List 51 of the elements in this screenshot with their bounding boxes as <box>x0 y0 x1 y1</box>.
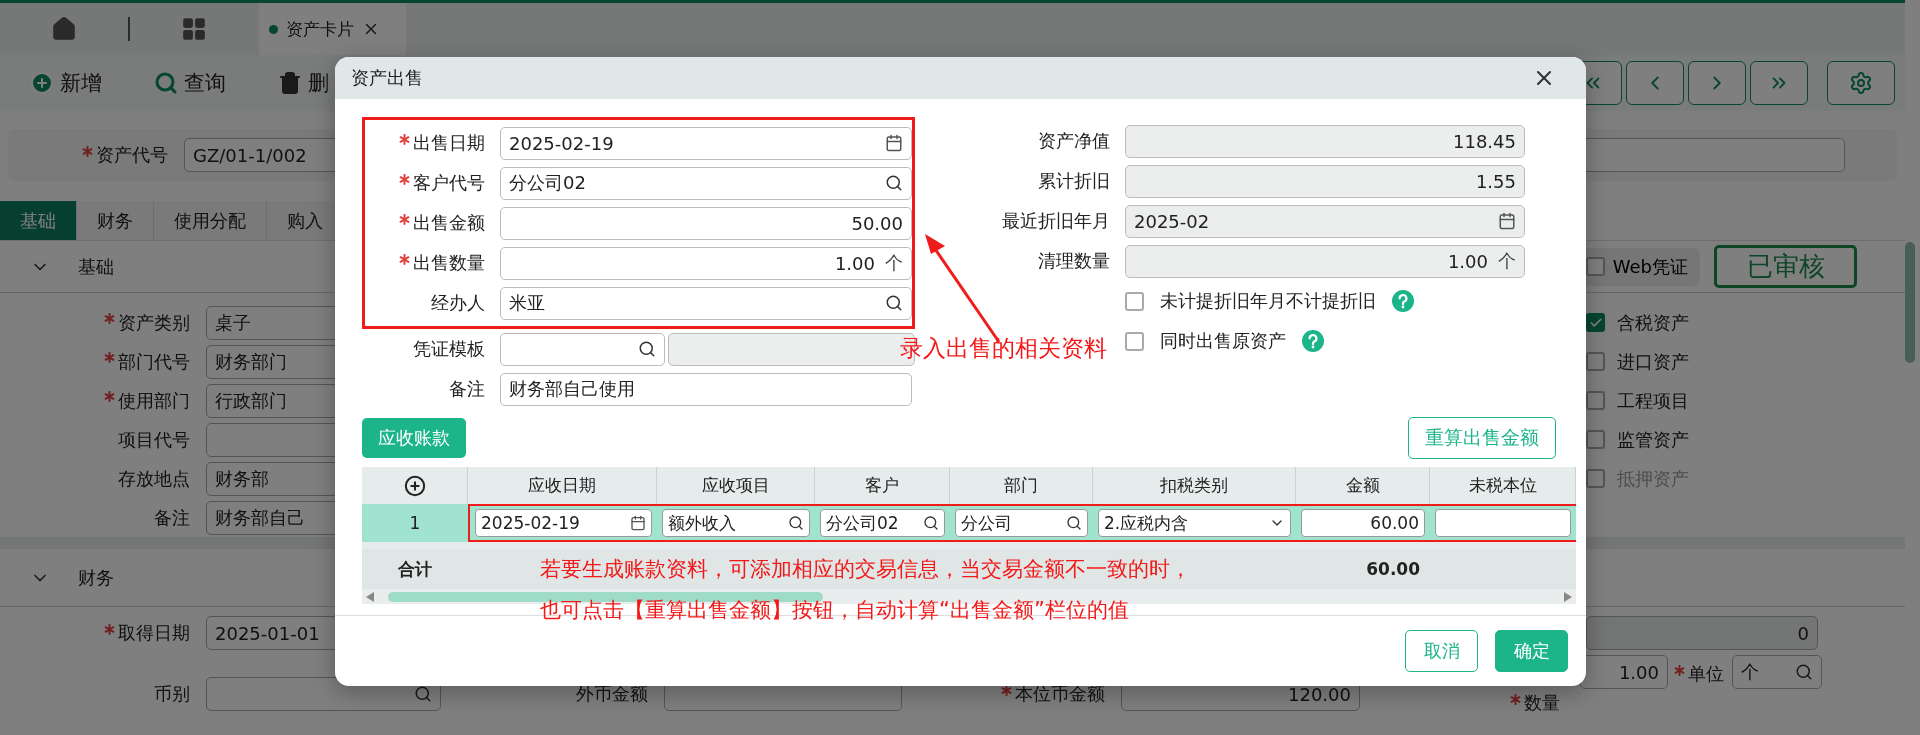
section-title: 财务 <box>78 565 114 590</box>
field-label: 存放地点 <box>118 466 190 491</box>
annotation-text: 也可点击【重算出售金额】按钮，自动计算“出售金额”栏位的值 <box>540 599 1129 622</box>
field-label: 单位 <box>1688 662 1725 686</box>
field-label: 资产净值 <box>1038 129 1110 153</box>
checkbox-label: 进口资产 <box>1617 349 1689 374</box>
checkbox-label: 未计提折旧年月不计提折旧 <box>1160 289 1376 313</box>
field-label: 出售日期 <box>413 131 485 155</box>
checkbox-label: 工程项目 <box>1617 388 1689 413</box>
checkbox-label: 含税资产 <box>1617 310 1689 335</box>
status-stamp: 已审核 <box>1714 245 1857 288</box>
field-label: 使用部门 <box>118 388 190 413</box>
row-number: 1 <box>408 512 422 535</box>
field-label: 资产代号 <box>96 143 168 167</box>
annotation-text: 若要生成账款资料，可添加相应的交易信息，当交易金额不一致的时， <box>540 558 1191 581</box>
checkbox-label: 监管资产 <box>1617 427 1689 452</box>
field-label: 出售数量 <box>413 251 485 275</box>
total-label: 合计 <box>397 557 433 581</box>
field-label: 部门代号 <box>118 349 190 374</box>
input-field: 1.55 <box>1125 164 1525 198</box>
column-header: 未税本位 <box>1430 467 1576 504</box>
field-label: 最近折旧年月 <box>1002 209 1110 233</box>
field-label: 币别 <box>154 682 190 706</box>
field-label: 项目代号 <box>118 427 190 452</box>
unit-label: 个 <box>1498 249 1516 273</box>
column-header: 应收项目 <box>657 467 815 504</box>
column-header: 部门 <box>950 467 1093 504</box>
column-header: 金额 <box>1296 467 1430 504</box>
input-field: 118.45 <box>1125 124 1525 158</box>
field-label: 累计折旧 <box>1038 169 1110 193</box>
field-label: 凭证模板 <box>413 337 485 361</box>
column-header: 客户 <box>815 467 950 504</box>
field-label: 备注 <box>449 377 485 401</box>
field-label: 清理数量 <box>1038 249 1110 273</box>
field-label: 客户代号 <box>413 171 485 195</box>
field-label: 出售金额 <box>413 211 485 235</box>
field-label: 资产类别 <box>118 310 190 335</box>
input-field: 1.00 个 <box>1125 244 1525 278</box>
field-label: 数量 <box>1524 691 1560 715</box>
checkbox-label: 同时出售原资产 <box>1160 329 1286 353</box>
annotation-text: 录入出售的相关资料 <box>900 334 1107 363</box>
field-label: 取得日期 <box>118 621 190 645</box>
unit-label: 个 <box>885 251 903 275</box>
field-label: 备注 <box>154 505 190 530</box>
dialog-title: 资产出售 <box>351 66 423 90</box>
column-header: 应收日期 <box>468 467 657 504</box>
section-title: 基础 <box>78 254 114 279</box>
total-amount: 60.00 <box>1365 558 1421 581</box>
input-field: 2025-02 <box>1125 204 1525 238</box>
column-header: 扣税类别 <box>1093 467 1296 504</box>
field-label: 经办人 <box>431 291 485 315</box>
